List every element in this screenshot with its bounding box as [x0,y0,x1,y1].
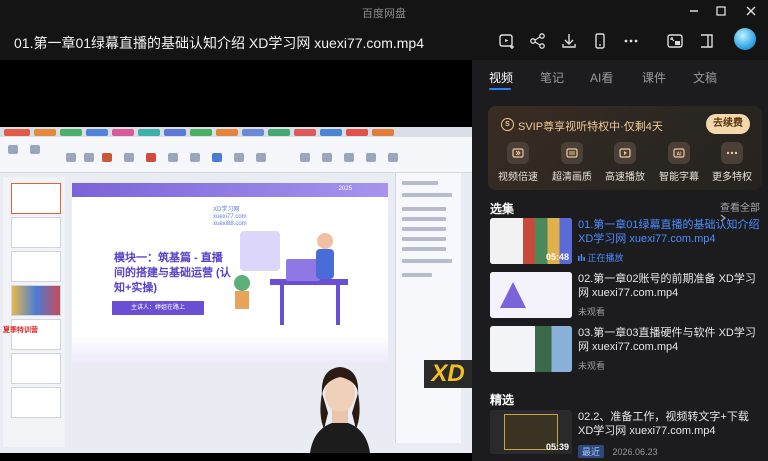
thumbnail-tag: 夏季特训营 [3,327,38,334]
episode-status: 未观看 [578,307,606,317]
user-avatar[interactable] [734,28,756,50]
feature-speed[interactable]: 视频倍速 [490,142,546,183]
episode-duration: 05:48 [545,252,569,262]
collapse-panel-button[interactable] [696,30,718,52]
episode-title: 03.第一章03直播硬件与软件 XD学习网 xuexi77.com.mp4 [578,327,756,353]
add-video-icon [499,34,514,49]
more-icon [624,39,638,43]
svip-promo-card: S SVIP尊享视听特权中·仅剩4天 去续费 视频倍速 超清画质 高速播放 AI [488,106,762,190]
slide-heading: 模块一：筑基篇 - 直播间的搭建与基础运营 (认知+实操) [114,252,231,294]
thumbnail-graphic [500,282,526,308]
xd-logo: XD [424,360,472,388]
more-privileges-icon [721,142,743,164]
minimize-icon [690,10,698,12]
feature-label: 更多特权 [712,172,752,183]
download-icon [562,34,576,48]
featured-duration: 05:39 [545,442,569,452]
picture-in-picture-icon [667,34,683,48]
app-title: 百度网盘 [362,8,406,20]
video-frame: 夏季特训营 2025 模块一：筑基篇 - 直播间的搭建与基础运营 (认知+实操)… [0,127,472,453]
playing-icon [578,254,585,261]
close-icon [746,6,756,16]
episode-title: 01.第一章01绿幕直播的基础认知介绍 XD学习网 xuexi77.com.mp… [578,219,760,245]
slide-thumbnails [3,177,65,447]
phone-button[interactable] [589,30,611,52]
wps-tab-strip [0,127,472,137]
tab-video[interactable]: 视频 [489,69,513,86]
renew-button[interactable]: 去续费 [706,114,750,134]
slide-presenter: 主讲人：婷姐在路上 [112,301,204,315]
episode-status-label: 正在播放 [587,253,624,263]
playlist-item[interactable]: 05:48 01.第一章01绿幕直播的基础认知介绍 XD学习网 xuexi77.… [490,218,768,266]
feature-label: 视频倍速 [498,172,538,183]
tab-ai-watch[interactable]: AI看 [590,69,613,86]
phone-icon [595,33,605,49]
feature-label: 智能字幕 [659,172,699,183]
share-icon [530,33,545,49]
slide-year: 2025 [338,186,352,192]
wps-ribbon [0,137,472,173]
feature-hd[interactable]: 超清画质 [544,142,600,183]
player-toolbar: 01.第一章01绿幕直播的基础认知介绍 XD学习网 xuexi77.com.mp… [0,22,768,60]
featured-thumbnail: 05:39 [490,410,572,454]
feature-more[interactable]: 更多特权 [704,142,760,183]
share-button[interactable] [527,30,549,52]
episode-title: 02.第一章02账号的前期准备 XD学习网 xuexi77.com.mp4 [578,273,756,299]
tab-courseware[interactable]: 课件 [642,69,666,86]
video-player[interactable]: 夏季特训营 2025 模块一：筑基篇 - 直播间的搭建与基础运营 (认知+实操)… [0,60,472,461]
tab-transcript[interactable]: 文稿 [693,69,717,86]
feature-fast-play[interactable]: 高速播放 [597,142,653,183]
presenter-video [310,367,370,453]
feature-subtitles[interactable]: AI 智能字幕 [651,142,707,183]
featured-item[interactable]: 05:39 02.2、准备工作，视频转文字+下载 XD学习网 xuexi77.c… [490,410,768,458]
hd-quality-icon [561,142,583,164]
episode-thumbnail [490,272,572,318]
episode-thumbnail [490,326,572,372]
picture-in-picture-button[interactable] [664,30,686,52]
recent-badge: 最近 [578,445,605,458]
episode-status: 未观看 [578,361,606,371]
side-panel: 视频 笔记 AI看 课件 文稿 S SVIP尊享视听特权中·仅剩4天 去续费 视… [472,60,768,461]
speed-icon [507,142,529,164]
playlist-title: 选集 [490,202,515,216]
maximize-icon [716,6,726,16]
collapse-panel-icon [701,34,713,48]
close-button[interactable] [740,3,762,19]
episode-status: 正在播放 [578,251,624,264]
see-all-label: 查看全部 [720,203,760,214]
playlist-item[interactable]: 02.第一章02账号的前期准备 XD学习网 xuexi77.com.mp4 未观… [490,272,768,320]
svg-text:AI: AI [677,152,683,158]
maximize-button[interactable] [710,3,732,19]
playlist-item[interactable]: 03.第一章03直播硬件与软件 XD学习网 xuexi77.com.mp4 未观… [490,326,768,374]
more-button[interactable] [620,30,642,52]
svip-badge-icon: S [501,118,514,131]
fast-play-icon [614,142,636,164]
add-video-button[interactable] [496,30,518,52]
video-title: 01.第一章01绿幕直播的基础认知介绍 XD学习网 xuexi77.com.mp… [14,35,424,51]
featured-title-text: 02.2、准备工作，视频转文字+下载 XD学习网 xuexi77.com.mp4 [578,411,749,437]
office-illustration [234,231,348,325]
subtitles-icon: AI [668,142,690,164]
episode-thumbnail: 05:48 [490,218,572,264]
active-tab-indicator [489,88,511,90]
featured-date: 2026.06.23 [612,447,658,457]
tab-notes[interactable]: 笔记 [540,69,564,86]
download-button[interactable] [558,30,580,52]
featured-meta: 最近 2026.06.23 [578,445,658,458]
feature-label: 超清画质 [552,172,592,183]
video-watermark: XD学习网 xuexi77.com xuexi88.com [213,207,247,227]
slide-banner: 2025 [72,183,388,197]
featured-title: 精选 [490,393,515,407]
properties-panel [395,173,461,443]
minimize-button[interactable] [683,3,705,19]
svip-title: SVIP尊享视听特权中·仅剩4天 [518,121,663,133]
feature-label: 高速播放 [605,172,645,183]
window-titlebar: 百度网盘 [0,0,768,22]
